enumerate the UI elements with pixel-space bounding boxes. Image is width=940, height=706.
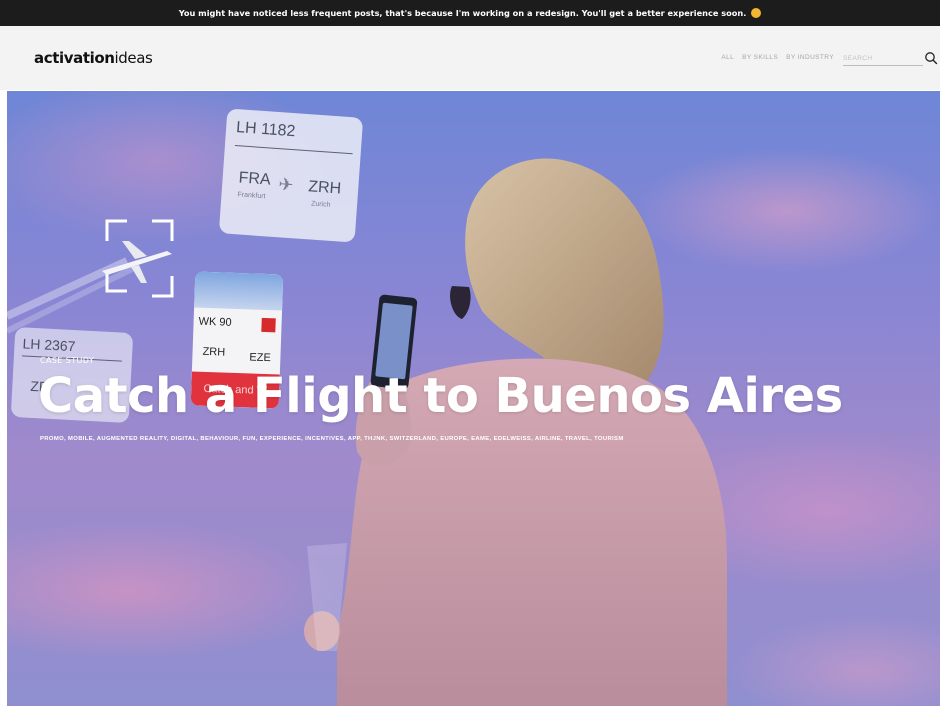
smiling-face-icon — [751, 8, 762, 18]
airline-logo-icon — [261, 317, 276, 333]
airline-photo — [194, 271, 284, 311]
tag-link[interactable]: INCENTIVES — [305, 436, 344, 442]
tag-link[interactable]: AIRLINE — [535, 436, 561, 442]
tag-link[interactable]: MOBILE — [68, 436, 93, 442]
site-header: activationideas ALL BY SKILLS BY INDUSTR… — [0, 26, 940, 90]
destination-code: ZRH — [307, 178, 342, 198]
tag-link[interactable]: APP — [348, 436, 360, 442]
announcement-text: You might have noticed less frequent pos… — [178, 8, 747, 18]
nav-by-skills[interactable]: BY SKILLS — [742, 54, 778, 61]
tag-link[interactable]: PROMO — [40, 436, 64, 442]
origin-city: Frankfurt — [237, 191, 266, 201]
tag-link[interactable]: EAME — [471, 436, 489, 442]
flight-number: LH 1182 — [235, 119, 296, 141]
main-nav: ALL BY SKILLS BY INDUSTRY — [721, 54, 834, 61]
origin-code: ZRH — [202, 345, 226, 359]
origin-code: FRA — [238, 169, 272, 189]
announcement-bar: You might have noticed less frequent pos… — [0, 0, 940, 26]
tag-link[interactable]: AUGMENTED REALITY — [97, 436, 167, 442]
flight-card-lh1182: LH 1182 FRA ✈ ZRH Frankfurt Zurich — [218, 108, 364, 243]
search-input[interactable] — [843, 51, 923, 66]
hero-title[interactable]: Catch a Flight to Buenos Aires — [38, 368, 843, 424]
nav-by-industry[interactable]: BY INDUSTRY — [786, 54, 834, 61]
tag-link[interactable]: SWITZERLAND — [389, 436, 436, 442]
tag-link[interactable]: DIGITAL — [171, 436, 197, 442]
tag-link[interactable]: BEHAVIOUR — [200, 436, 238, 442]
tag-list: PROMO, MOBILE, AUGMENTED REALITY, DIGITA… — [40, 436, 624, 442]
flight-number: WK 90 — [198, 315, 232, 329]
logo-bold-text: activation — [34, 49, 115, 67]
airplane-target — [102, 219, 174, 298]
logo-regular-text: ideas — [114, 49, 153, 67]
tag-link[interactable]: FUN — [242, 436, 255, 442]
tag-link[interactable]: EDELWEISS — [494, 436, 532, 442]
nav-all[interactable]: ALL — [721, 54, 734, 61]
hero-banner[interactable]: LH 1182 FRA ✈ ZRH Frankfurt Zurich WK 90… — [7, 91, 940, 706]
airplane-icon: ✈ — [277, 174, 295, 196]
tag-link[interactable]: THJNK — [364, 436, 385, 442]
search-icon[interactable] — [924, 51, 938, 65]
tag-link[interactable]: EXPERIENCE — [260, 436, 301, 442]
destination-code: EZE — [249, 351, 272, 365]
tag-link[interactable]: TRAVEL — [565, 436, 590, 442]
tag-link[interactable]: EUROPE — [440, 436, 467, 442]
flight-number: LH 2367 — [22, 335, 76, 355]
destination-city: Zurich — [310, 200, 331, 209]
case-study-label: CASE STUDY — [40, 356, 95, 365]
site-logo[interactable]: activationideas — [34, 49, 153, 67]
tag-link[interactable]: TOURISM — [594, 436, 624, 442]
